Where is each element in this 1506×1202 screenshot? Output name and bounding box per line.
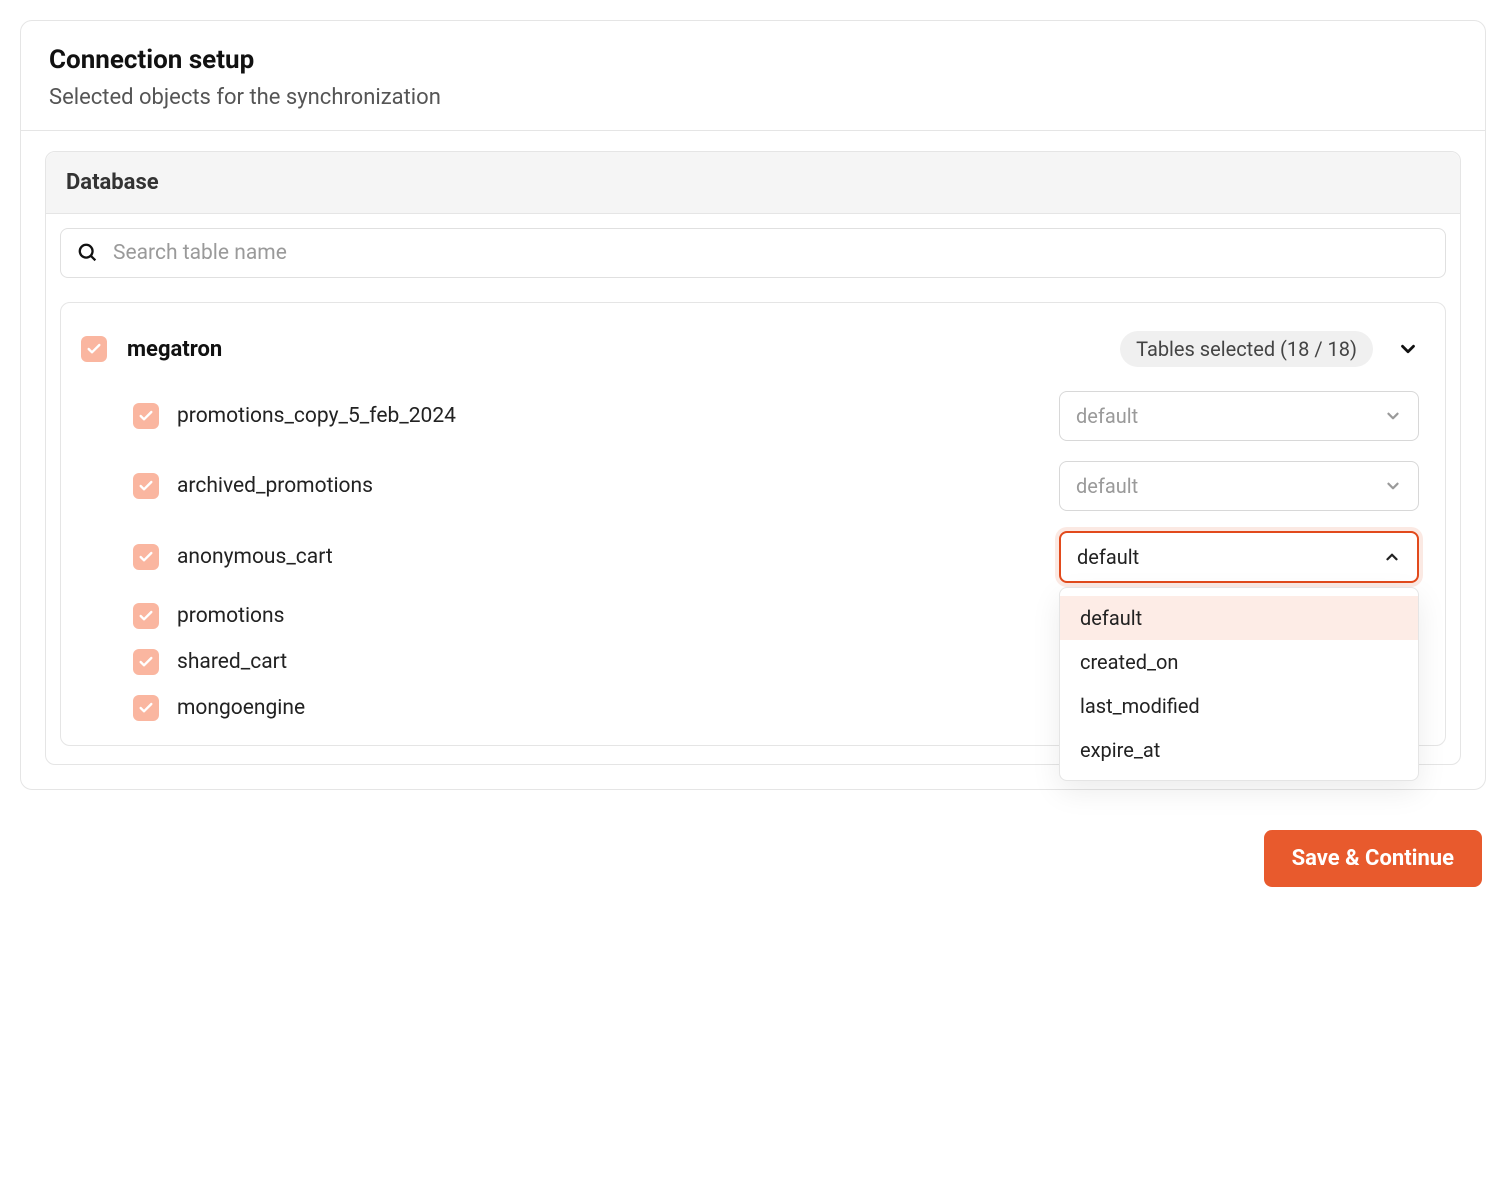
panel-header: Connection setup Selected objects for th… bbox=[21, 21, 1485, 131]
chevron-down-icon bbox=[1384, 407, 1402, 425]
search-icon bbox=[77, 242, 99, 264]
table-checkbox[interactable] bbox=[133, 695, 159, 721]
cursor-field-select[interactable]: default bbox=[1059, 391, 1419, 441]
connection-setup-panel: Connection setup Selected objects for th… bbox=[20, 20, 1486, 790]
table-name: promotions bbox=[177, 604, 1059, 628]
table-name: shared_cart bbox=[177, 650, 1059, 674]
table-checkbox[interactable] bbox=[133, 603, 159, 629]
cursor-field-select[interactable]: default bbox=[1059, 531, 1419, 583]
schema-row[interactable]: megatron Tables selected (18 / 18) bbox=[79, 317, 1427, 381]
table-name: archived_promotions bbox=[177, 474, 1059, 498]
table-row: promotions_copy_5_feb_2024 default bbox=[79, 381, 1427, 451]
chevron-down-icon bbox=[1384, 477, 1402, 495]
dropdown-option[interactable]: default bbox=[1060, 596, 1418, 640]
schema-name: megatron bbox=[127, 337, 1120, 362]
table-name: promotions_copy_5_feb_2024 bbox=[177, 404, 1059, 428]
dropdown-option[interactable]: last_modified bbox=[1060, 684, 1418, 728]
table-name: mongoengine bbox=[177, 696, 1059, 720]
table-row: anonymous_cart default default created_o… bbox=[79, 521, 1427, 593]
database-block: Database megatron Ta bbox=[45, 151, 1461, 765]
search-field[interactable] bbox=[60, 228, 1446, 278]
dropdown-option[interactable]: created_on bbox=[1060, 640, 1418, 684]
table-row: archived_promotions default bbox=[79, 451, 1427, 521]
database-header: Database bbox=[46, 152, 1460, 214]
page-title: Connection setup bbox=[49, 45, 1457, 75]
chevron-up-icon bbox=[1383, 548, 1401, 566]
schema-checkbox[interactable] bbox=[81, 336, 107, 362]
schema-tree: megatron Tables selected (18 / 18) promo… bbox=[60, 302, 1446, 746]
chevron-down-icon[interactable] bbox=[1397, 338, 1419, 360]
search-input[interactable] bbox=[113, 241, 1429, 265]
select-value: default bbox=[1077, 545, 1139, 569]
cursor-field-select[interactable]: default bbox=[1059, 461, 1419, 511]
save-continue-button[interactable]: Save & Continue bbox=[1264, 830, 1482, 887]
page-subtitle: Selected objects for the synchronization bbox=[49, 85, 1457, 110]
database-body: megatron Tables selected (18 / 18) promo… bbox=[46, 214, 1460, 764]
select-value: default bbox=[1076, 404, 1138, 428]
table-checkbox[interactable] bbox=[133, 473, 159, 499]
footer: Save & Continue bbox=[20, 830, 1486, 887]
database-label: Database bbox=[66, 170, 1440, 195]
dropdown-option[interactable]: expire_at bbox=[1060, 728, 1418, 772]
table-checkbox[interactable] bbox=[133, 649, 159, 675]
table-checkbox[interactable] bbox=[133, 403, 159, 429]
cursor-field-dropdown: default created_on last_modified expire_… bbox=[1059, 587, 1419, 781]
panel-body: Database megatron Ta bbox=[21, 131, 1485, 789]
select-value: default bbox=[1076, 474, 1138, 498]
tables-selected-badge: Tables selected (18 / 18) bbox=[1120, 331, 1373, 367]
table-name: anonymous_cart bbox=[177, 545, 1059, 569]
table-checkbox[interactable] bbox=[133, 544, 159, 570]
